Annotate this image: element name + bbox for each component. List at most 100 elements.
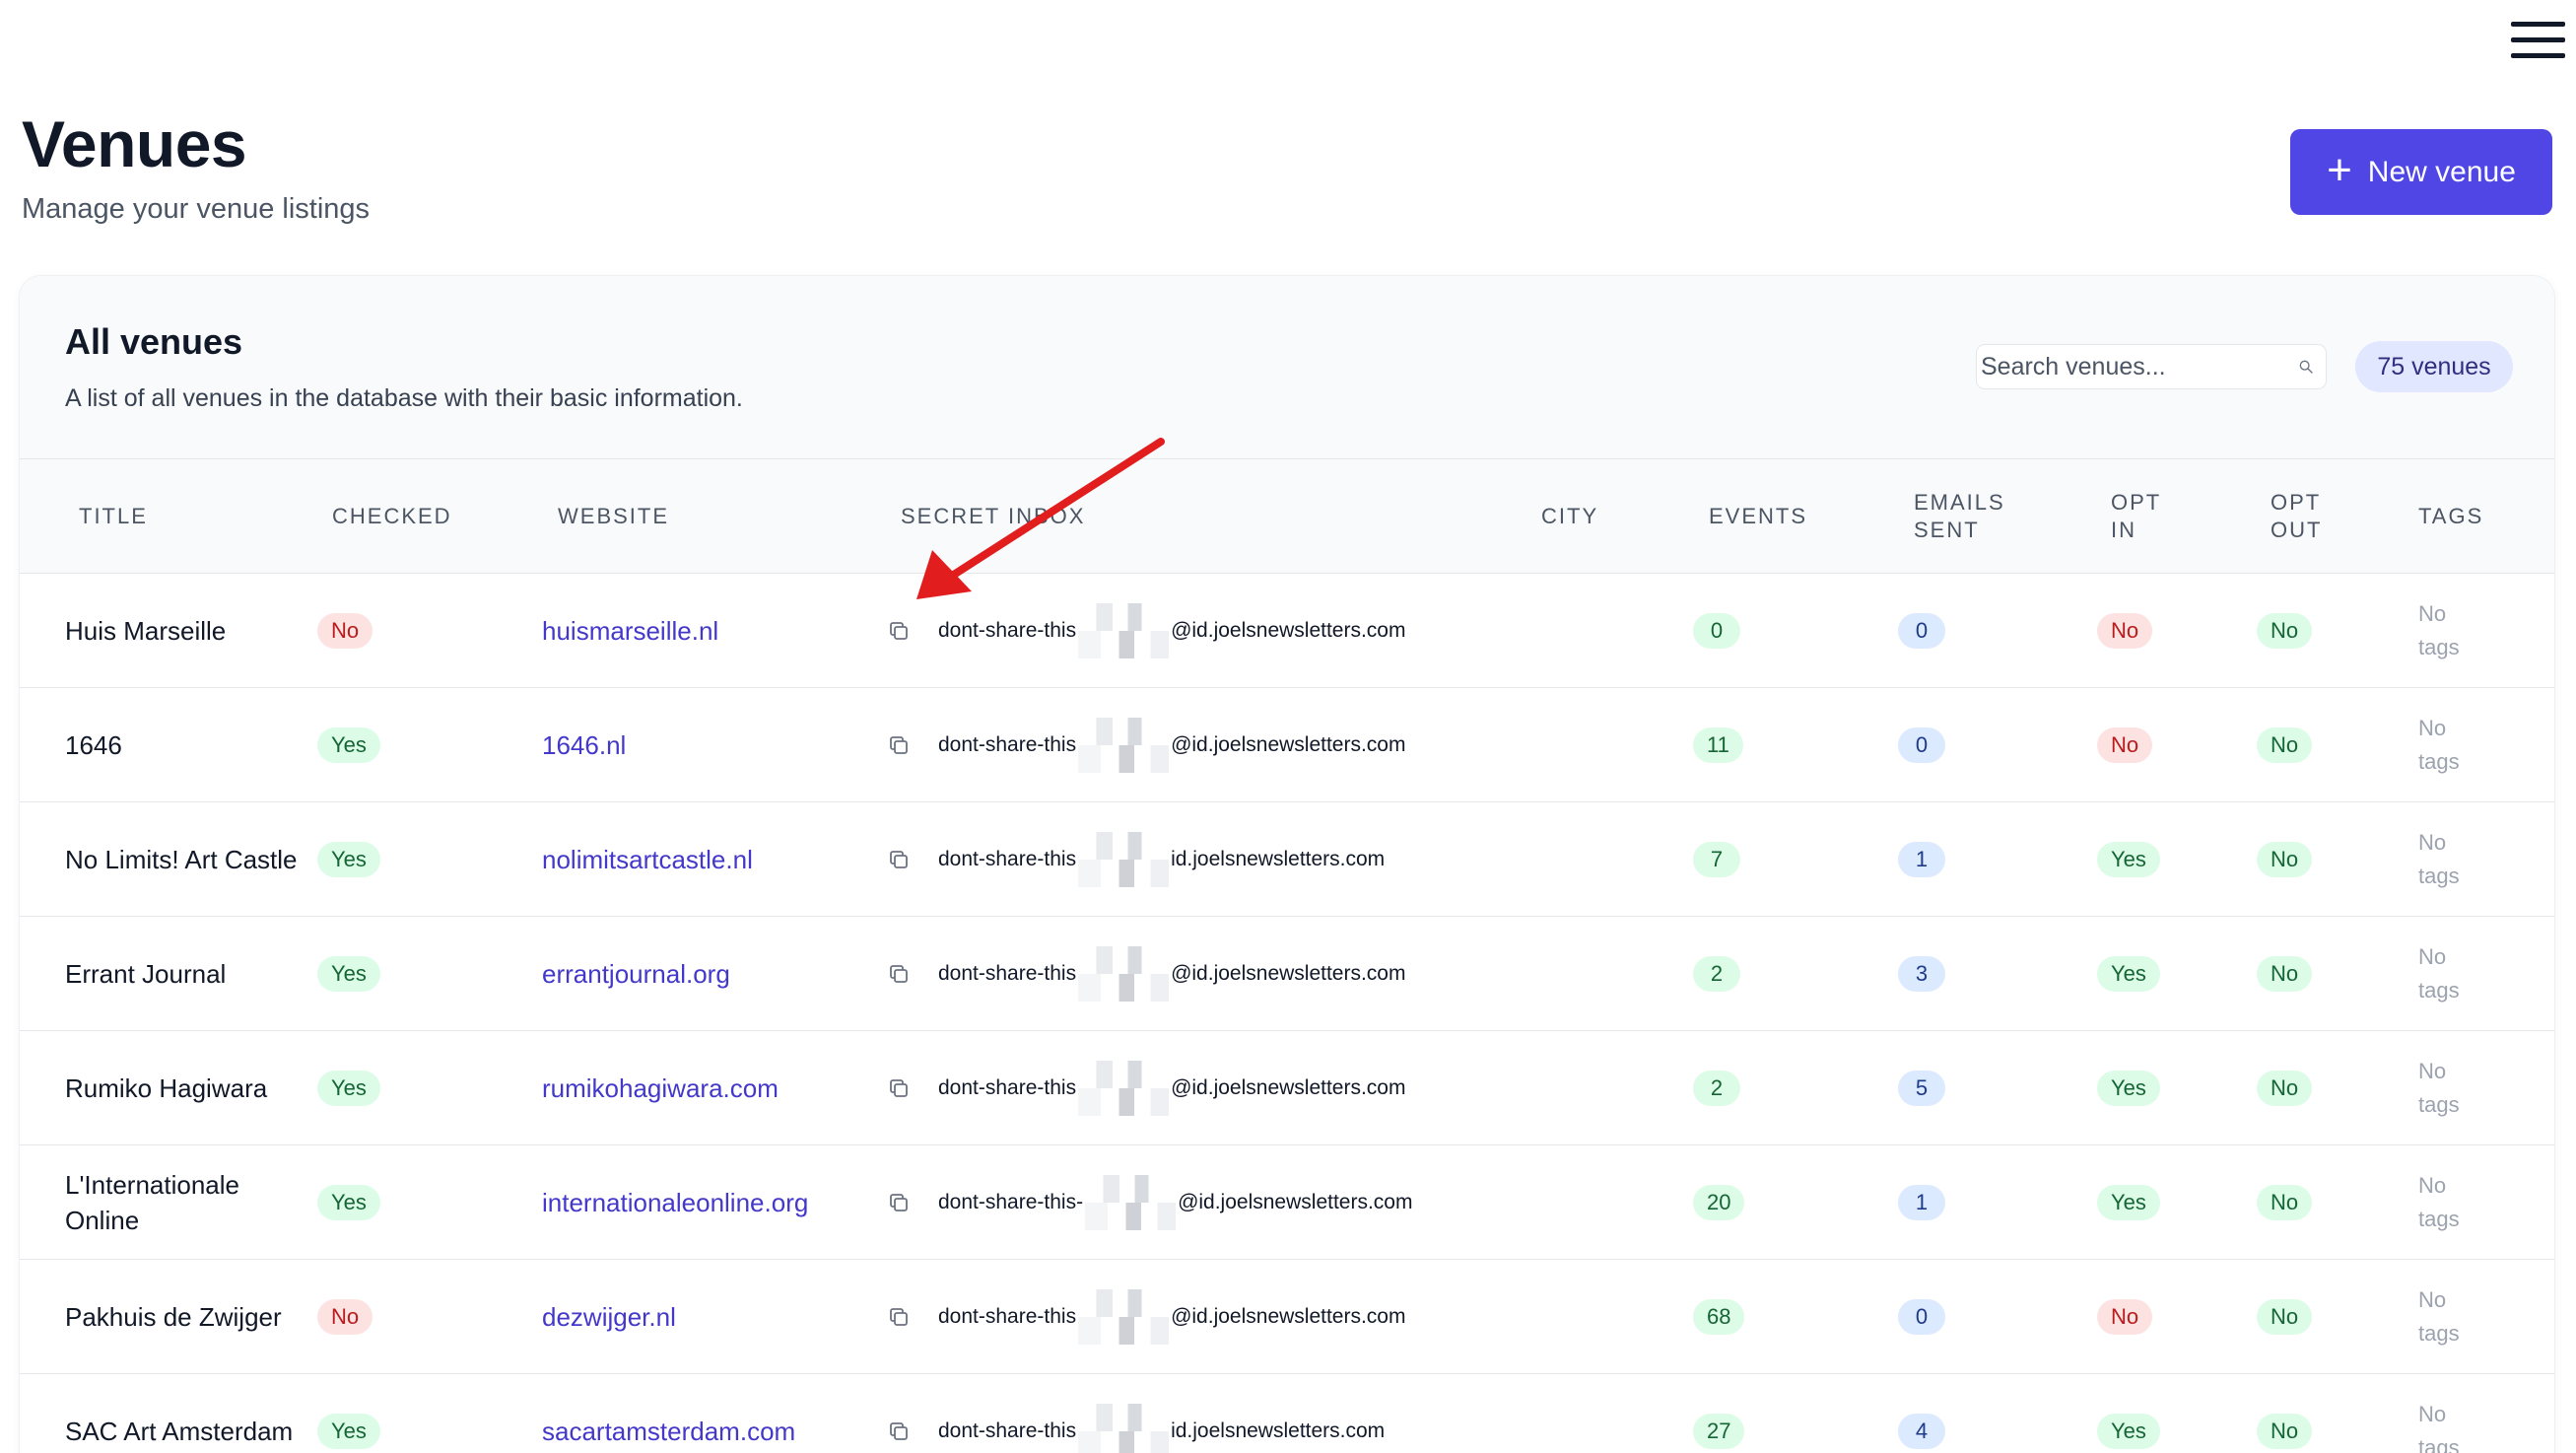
checked-cell: Yes — [317, 802, 380, 917]
redacted-block — [1078, 946, 1170, 1002]
opt-out-badge: No — [2257, 1185, 2313, 1220]
inbox-suffix: @id.joelsnewsletters.com — [1171, 1305, 1406, 1328]
copy-icon[interactable] — [887, 1191, 911, 1214]
column-header-events[interactable]: EVENTS — [1709, 503, 1807, 530]
checked-badge: Yes — [317, 1414, 380, 1449]
checked-badge: No — [317, 1299, 373, 1335]
table-row[interactable]: Rumiko Hagiwara Yes rumikohagiwara.com dont… — [20, 1031, 2554, 1145]
emails-sent-badge: 0 — [1898, 613, 1945, 649]
events-badge: 20 — [1693, 1185, 1745, 1220]
inbox-prefix: dont-share-this — [938, 1305, 1077, 1328]
copy-icon[interactable] — [887, 1419, 911, 1443]
copy-icon[interactable] — [887, 619, 911, 643]
tags-cell: No tags — [2418, 688, 2477, 802]
table-row[interactable]: Huis Marseille No huismarseille.nl dont-sha… — [20, 574, 2554, 688]
column-header-secret-inbox[interactable]: SECRET INBOX — [901, 503, 1085, 530]
table-row[interactable]: L'Internationale Online Yes internationale… — [20, 1145, 2554, 1260]
opt-out-cell: No — [2257, 802, 2313, 917]
column-header-website[interactable]: WEBSITE — [558, 503, 669, 530]
hamburger-menu-icon[interactable] — [2511, 20, 2565, 59]
new-venue-button[interactable]: + New venue — [2290, 129, 2552, 215]
website-link[interactable]: 1646.nl — [542, 688, 626, 802]
emails-sent-cell: 3 — [1898, 917, 1945, 1031]
column-header-checked[interactable]: CHECKED — [332, 503, 452, 530]
opt-out-badge: No — [2257, 956, 2313, 992]
inbox-suffix: @id.joelsnewsletters.com — [1171, 733, 1406, 756]
events-cell: 0 — [1693, 574, 1740, 688]
column-header-title[interactable]: TITLE — [79, 503, 148, 530]
events-cell: 11 — [1693, 688, 1743, 802]
table-row[interactable]: SAC Art Amsterdam Yes sacartamsterdam.com d… — [20, 1374, 2554, 1453]
website-link[interactable]: dezwijger.nl — [542, 1260, 676, 1374]
redacted-block — [1078, 1404, 1170, 1453]
inbox-suffix: @id.joelsnewsletters.com — [1171, 619, 1406, 642]
column-header-tags[interactable]: TAGS — [2418, 503, 2483, 530]
opt-out-cell: No — [2257, 574, 2313, 688]
tags-cell: No tags — [2418, 1145, 2477, 1260]
tags-line1: No — [2418, 716, 2447, 740]
secret-inbox-cell: dont-share-this @id.joelsnewsletters.com — [887, 1031, 1405, 1145]
checked-badge: Yes — [317, 1071, 380, 1106]
emails-sent-cell: 1 — [1898, 1145, 1945, 1260]
copy-icon[interactable] — [887, 733, 911, 757]
redacted-block — [1085, 1175, 1177, 1230]
opt-in-cell: Yes — [2097, 802, 2160, 917]
column-header-emails-sent[interactable]: EMAILS SENT — [1914, 489, 2005, 544]
page-title: Venues — [22, 107, 247, 180]
inbox-prefix: dont-share-this — [938, 1419, 1077, 1442]
checked-cell: Yes — [317, 688, 380, 802]
inbox-prefix: dont-share-this- — [938, 1191, 1084, 1213]
tags-cell: No tags — [2418, 802, 2477, 917]
events-cell: 68 — [1693, 1260, 1745, 1374]
website-link[interactable]: rumikohagiwara.com — [542, 1031, 779, 1145]
checked-badge: Yes — [317, 842, 380, 877]
table-row[interactable]: Errant Journal Yes errantjournal.org dont-s… — [20, 917, 2554, 1031]
table-row[interactable]: No Limits! Art Castle Yes nolimitsartcastl… — [20, 802, 2554, 917]
copy-icon[interactable] — [887, 848, 911, 871]
column-header-opt-in[interactable]: OPT IN — [2111, 489, 2161, 544]
opt-out-badge: No — [2257, 842, 2313, 877]
website-link[interactable]: errantjournal.org — [542, 917, 730, 1031]
search-icon[interactable] — [2298, 351, 2314, 382]
opt-in-cell: Yes — [2097, 1145, 2160, 1260]
venue-title: No Limits! Art Castle — [65, 845, 298, 874]
website-link[interactable]: nolimitsartcastle.nl — [542, 802, 753, 917]
emails-sent-badge: 3 — [1898, 956, 1945, 992]
venue-title: SAC Art Amsterdam — [65, 1417, 294, 1446]
inbox-suffix: @id.joelsnewsletters.com — [1171, 1076, 1406, 1099]
emails-sent-badge: 5 — [1898, 1071, 1945, 1106]
tags-line2: tags — [2418, 864, 2460, 888]
column-header-optin-line1: OPT — [2111, 490, 2162, 515]
website-link[interactable]: huismarseille.nl — [542, 574, 718, 688]
opt-out-cell: No — [2257, 1374, 2313, 1453]
opt-out-badge: No — [2257, 1071, 2313, 1106]
events-cell: 2 — [1693, 917, 1740, 1031]
events-cell: 27 — [1693, 1374, 1745, 1453]
secret-inbox-cell: dont-share-this @id.joelsnewsletters.com — [887, 688, 1405, 802]
column-header-city[interactable]: CITY — [1541, 503, 1598, 530]
copy-icon[interactable] — [887, 962, 911, 986]
tags-line1: No — [2418, 1173, 2447, 1198]
emails-sent-badge: 1 — [1898, 842, 1945, 877]
emails-sent-cell: 5 — [1898, 1031, 1945, 1145]
venue-count-badge: 75 venues — [2355, 341, 2513, 392]
opt-out-cell: No — [2257, 1031, 2313, 1145]
website-link[interactable]: internationaleonline.org — [542, 1145, 808, 1260]
search-box — [1977, 345, 2326, 388]
column-header-opt-out[interactable]: OPT OUT — [2271, 489, 2322, 544]
column-header-optin-line2: IN — [2111, 518, 2136, 542]
tags-cell: No tags — [2418, 1374, 2477, 1453]
website-link[interactable]: sacartamsterdam.com — [542, 1374, 795, 1453]
table-body: Huis Marseille No huismarseille.nl dont-sha… — [20, 574, 2554, 1453]
copy-icon[interactable] — [887, 1076, 911, 1100]
column-header-emails-line2: SENT — [1914, 518, 1980, 542]
checked-cell: Yes — [317, 1031, 380, 1145]
secret-inbox-cell: dont-share-this- @id.joelsnewsletters.com — [887, 1145, 1412, 1260]
search-input[interactable] — [1981, 352, 2298, 381]
copy-icon[interactable] — [887, 1305, 911, 1329]
events-badge: 27 — [1693, 1414, 1745, 1449]
table-row[interactable]: Pakhuis de Zwijger No dezwijger.nl dont-sha… — [20, 1260, 2554, 1374]
checked-cell: Yes — [317, 917, 380, 1031]
table-row[interactable]: 1646 Yes 1646.nl dont-share-this @id.joelsne… — [20, 688, 2554, 802]
inbox-suffix: @id.joelsnewsletters.com — [1178, 1191, 1413, 1213]
